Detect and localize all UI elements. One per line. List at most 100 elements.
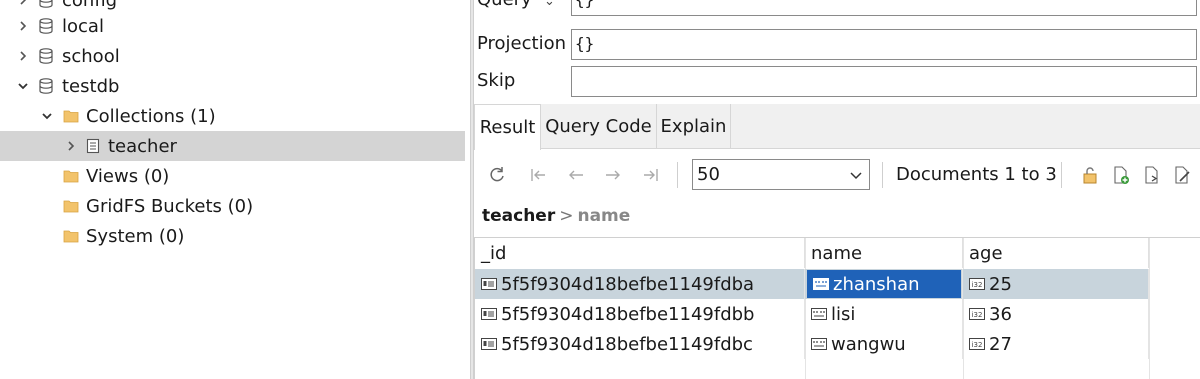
chevron-down-icon[interactable]: ⌄ [544,0,555,9]
query-label: Query [477,0,532,10]
id-cell[interactable]: 5f5f9304d18befbe1149fdbc [475,329,805,359]
chevron-right-icon: > [559,206,574,226]
selected-cell-highlight: zhanshan [807,270,961,298]
last-page-icon[interactable] [639,164,661,186]
tree-item-local[interactable]: local [0,11,465,41]
objectid-icon [481,307,497,321]
tab-explain[interactable]: Explain [657,104,731,149]
first-page-icon[interactable] [528,164,550,186]
lock-icon[interactable] [1079,164,1101,186]
table-row[interactable]: 5f5f9304d18befbe1149fdbb lisi i32 36 [475,299,1149,329]
age-value: 25 [989,273,1012,295]
folder-icon [62,161,80,191]
projection-input[interactable]: {} [571,29,1197,60]
breadcrumb-field[interactable]: name [577,206,630,226]
toolbar-divider [1061,162,1062,188]
tree-item-label: GridFS Buckets (0) [86,195,254,217]
age-value: 27 [989,333,1012,355]
chevron-right-icon[interactable] [14,11,32,41]
column-header-name[interactable]: name [805,238,963,268]
table-row[interactable]: 5f5f9304d18befbe1149fdbc wangwu i32 27 [475,329,1149,359]
name-cell[interactable]: lisi [805,299,963,329]
database-icon [36,41,56,71]
collection-tab-content: Query ⌄ {} Projection {} Skip Result Que… [474,0,1200,379]
skip-input[interactable] [571,66,1197,97]
int32-icon: i32 [969,277,985,291]
tree-item-label: testdb [62,75,120,97]
toolbar-divider [677,162,678,188]
tree-item-label: System (0) [86,225,185,247]
next-page-icon[interactable] [602,164,624,186]
tree-item-label: teacher [108,135,177,157]
id-cell[interactable]: 5f5f9304d18befbe1149fdbb [475,299,805,329]
view-document-icon[interactable] [1141,164,1163,186]
tab-result[interactable]: Result [474,104,541,150]
tree-item-label: school [62,45,120,67]
column-header-id[interactable]: _id [475,238,805,268]
name-value: lisi [831,303,856,325]
name-cell[interactable]: zhanshan [805,269,963,299]
edit-document-icon[interactable] [1171,164,1193,186]
breadcrumb-collection[interactable]: teacher [482,206,555,226]
tree-item-collections[interactable]: Collections (1) [0,101,465,131]
page-size-select[interactable]: 50 [692,159,870,190]
breadcrumb: teacher > name [482,206,630,226]
skip-row: Skip [474,66,1200,100]
collection-icon [84,131,102,161]
tree-item-views[interactable]: Views (0) [0,161,465,191]
folder-icon [62,101,80,131]
svg-text:i32: i32 [972,341,983,349]
query-input[interactable]: {} [571,0,1197,16]
result-tabs: Result Query Code Explain [474,104,1200,150]
tree-item-school[interactable]: school [0,41,465,71]
chevron-down-icon[interactable] [14,71,32,101]
string-icon [813,277,829,291]
column-divider [1149,238,1150,379]
column-header-age[interactable]: age [963,238,1149,268]
refresh-icon[interactable] [486,164,508,186]
query-row: Query ⌄ {} [474,0,1200,19]
page-size-value: 50 [697,164,720,185]
int32-icon: i32 [969,337,985,351]
tree-item-label: config [62,0,118,11]
age-cell[interactable]: i32 25 [963,269,1149,299]
database-icon [36,71,56,101]
age-value: 36 [989,303,1012,325]
tree-item-label: Views (0) [86,165,170,187]
skip-label: Skip [477,70,516,91]
name-value: zhanshan [833,273,920,295]
connection-tree: config local school testdb Collections (… [0,0,470,379]
tree-item-system[interactable]: System (0) [0,221,465,251]
id-value: 5f5f9304d18befbe1149fdba [501,273,755,295]
tree-item-gridfs-buckets[interactable]: GridFS Buckets (0) [0,191,465,221]
tree-item-testdb[interactable]: testdb [0,71,465,101]
id-value: 5f5f9304d18befbe1149fdbb [501,303,755,325]
projection-label: Projection [477,33,567,54]
tab-query-code[interactable]: Query Code [541,104,657,149]
age-cell[interactable]: i32 27 [963,329,1149,359]
result-toolbar: 50 Documents 1 to 3 [474,150,1200,202]
tree-item-teacher[interactable]: teacher [0,131,465,161]
string-icon [811,307,827,321]
chevron-down-icon [849,166,863,187]
id-cell[interactable]: 5f5f9304d18befbe1149fdba [475,269,805,299]
chevron-right-icon[interactable] [14,41,32,71]
toolbar-divider [882,162,883,188]
add-document-icon[interactable] [1110,164,1132,186]
id-value: 5f5f9304d18befbe1149fdbc [501,333,753,355]
chevron-down-icon[interactable] [38,101,56,131]
previous-page-icon[interactable] [565,164,587,186]
int32-icon: i32 [969,307,985,321]
string-icon [811,337,827,351]
chevron-right-icon[interactable] [62,131,80,161]
age-cell[interactable]: i32 36 [963,299,1149,329]
table-row[interactable]: 5f5f9304d18befbe1149fdba zhanshan i32 25 [475,269,1149,299]
folder-icon [62,191,80,221]
name-value: wangwu [831,333,906,355]
svg-text:i32: i32 [972,311,983,319]
document-range: Documents 1 to 3 [896,164,1057,185]
tree-item-label: local [62,15,104,37]
name-cell[interactable]: wangwu [805,329,963,359]
objectid-icon [481,337,497,351]
result-table: _id name age 5f5f9304d18befbe1149fdba zh… [474,237,1200,379]
